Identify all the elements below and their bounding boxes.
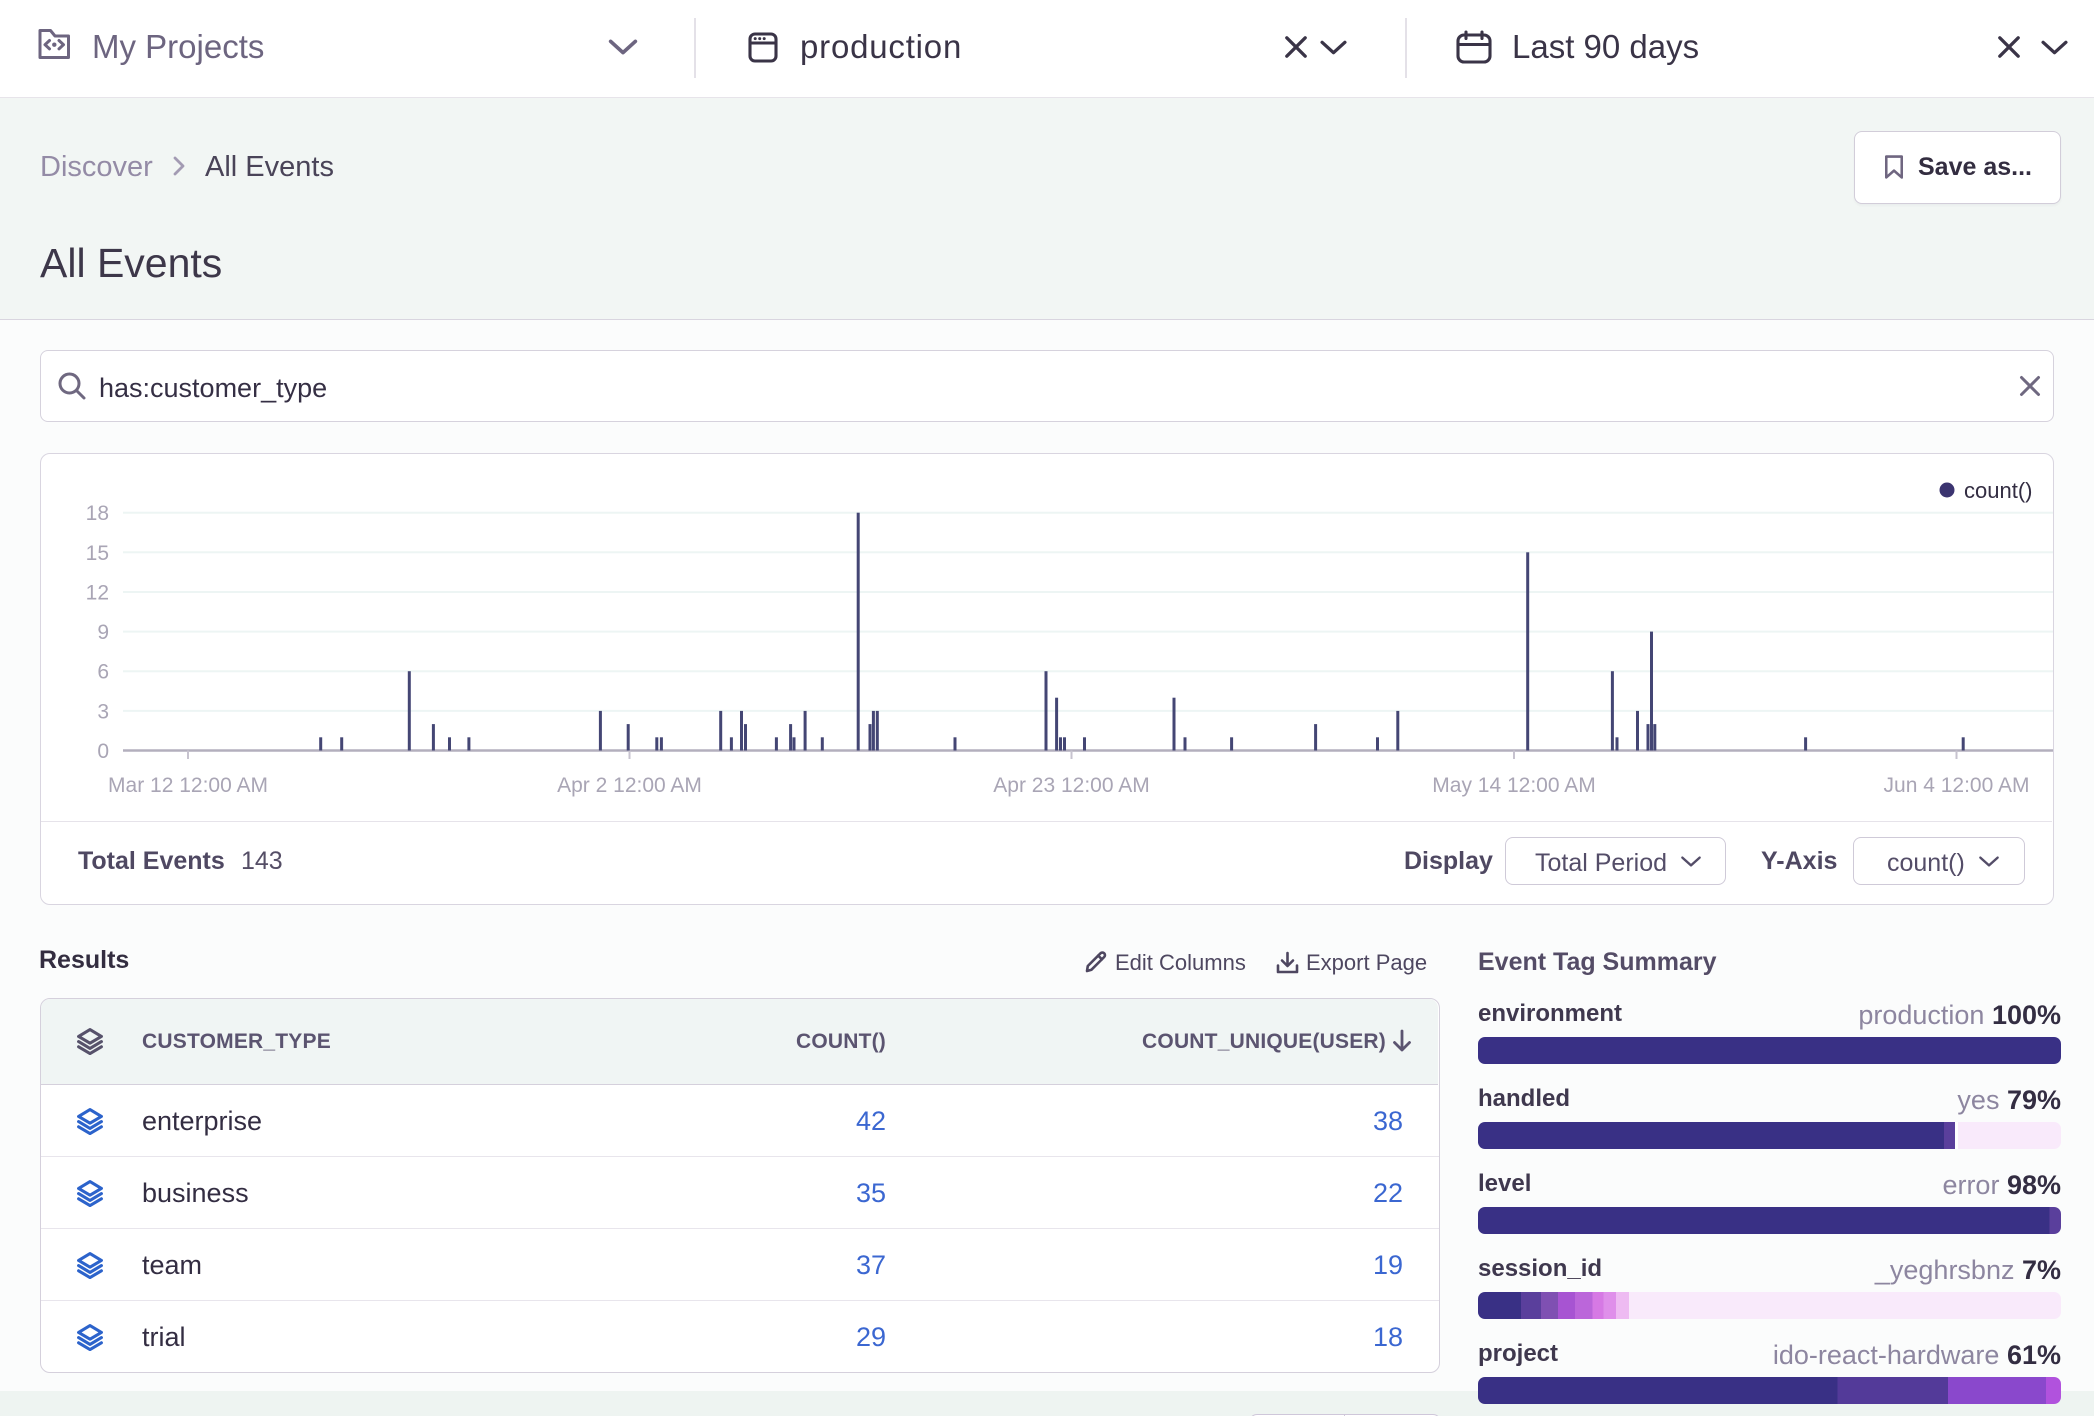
svg-text:Apr 2 12:00 AM: Apr 2 12:00 AM [557, 774, 702, 797]
svg-text:May 14 12:00 AM: May 14 12:00 AM [1432, 774, 1595, 797]
svg-text:Jun 4 12:00 AM: Jun 4 12:00 AM [1884, 774, 2030, 797]
svg-text:Mar 12 12:00 AM: Mar 12 12:00 AM [108, 774, 268, 797]
svg-text:0: 0 [97, 740, 109, 763]
svg-text:Apr 23 12:00 AM: Apr 23 12:00 AM [993, 774, 1149, 797]
svg-text:3: 3 [97, 700, 109, 723]
svg-text:12: 12 [86, 582, 109, 605]
svg-text:9: 9 [97, 621, 109, 644]
svg-text:6: 6 [97, 661, 109, 684]
svg-text:18: 18 [86, 502, 109, 525]
svg-text:count(): count() [1964, 478, 2032, 503]
svg-text:15: 15 [86, 542, 109, 565]
